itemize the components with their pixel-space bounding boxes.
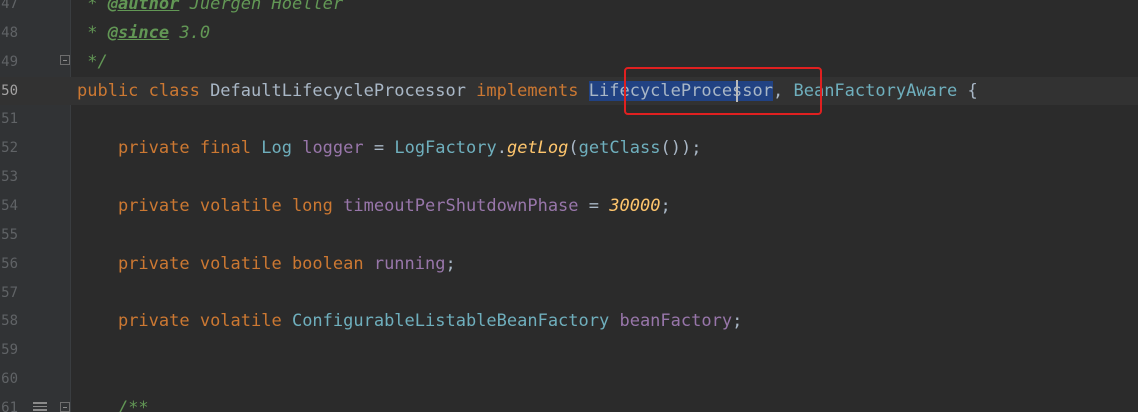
line-number: 58	[1, 313, 18, 330]
code-token: logger	[302, 138, 364, 159]
code-token: private volatile boolean	[117, 253, 374, 274]
code-token: running	[373, 253, 446, 274]
annotation-highlight-box	[624, 67, 822, 115]
code-token: ;	[660, 195, 671, 216]
fold-collapse-icon[interactable]	[60, 55, 70, 65]
text-caret	[736, 80, 738, 102]
code-token: /**	[117, 397, 149, 412]
code-token: *	[77, 0, 108, 14]
code-token: 3.0	[169, 22, 211, 43]
code-line[interactable]: 57	[0, 279, 1138, 308]
code-line[interactable]: 50 public class DefaultLifecycleProcessor…	[0, 76, 1138, 106]
line-number: 61	[1, 399, 18, 412]
implemented-methods-icon[interactable]	[33, 402, 47, 412]
line-number: 48	[1, 24, 18, 41]
code-text[interactable]: private volatile long timeoutPerShutdown…	[77, 192, 671, 221]
line-number: 56	[1, 255, 18, 272]
code-token: */	[77, 51, 108, 72]
code-token: beanFactory	[619, 311, 733, 332]
line-number: 57	[1, 284, 18, 301]
code-token: public class	[77, 80, 211, 101]
code-line[interactable]: 61 /**	[0, 394, 1138, 412]
code-line[interactable]: 56 private volatile boolean running;	[0, 250, 1138, 279]
code-token: *	[77, 22, 108, 43]
code-token: =	[578, 195, 610, 216]
code-editor[interactable]: 47 * @author Juergen Hoeller 48 * @since …	[0, 0, 1138, 412]
code-token: (	[568, 138, 579, 159]
code-line[interactable]: 58 private volatile ConfigurableListable…	[0, 307, 1138, 336]
line-number: 59	[1, 342, 18, 359]
line-number: 49	[1, 53, 18, 70]
code-line[interactable]: 49 */	[0, 48, 1138, 77]
code-line[interactable]: 55	[0, 221, 1138, 250]
code-token: private final	[117, 138, 262, 159]
line-number: 47	[1, 0, 18, 12]
code-line[interactable]: 47 * @author Juergen Hoeller	[0, 0, 1138, 19]
code-line[interactable]: 60	[0, 365, 1138, 394]
code-line[interactable]: 53	[0, 163, 1138, 192]
code-token: DefaultLifecycleProcessor	[210, 80, 477, 101]
line-number: 52	[1, 140, 18, 157]
code-token: 30000	[609, 195, 661, 216]
line-number: 50	[1, 82, 18, 99]
code-text[interactable]: * @author Juergen Hoeller	[77, 0, 343, 19]
code-line[interactable]: 48 * @since 3.0	[0, 19, 1138, 48]
code-text[interactable]: * @since 3.0	[77, 19, 210, 48]
code-token: getLog	[506, 138, 569, 159]
code-line[interactable]: 52 private final Log logger = LogFactory…	[0, 134, 1138, 163]
code-text[interactable]: */	[77, 48, 108, 77]
code-token: @since	[107, 22, 170, 43]
code-token: ());	[660, 138, 702, 159]
code-text[interactable]: private volatile ConfigurableListableBea…	[77, 307, 742, 336]
code-line[interactable]: 59	[0, 336, 1138, 365]
line-number: 53	[1, 169, 18, 186]
line-number: 55	[1, 226, 18, 243]
line-number: 60	[1, 371, 18, 388]
code-text[interactable]: public class DefaultLifecycleProcessor i…	[77, 77, 978, 106]
code-token: ;	[732, 311, 743, 332]
code-token: =	[363, 138, 395, 159]
code-token: ConfigurableListableBeanFactory	[291, 311, 620, 332]
code-token: getClass	[578, 138, 661, 159]
code-token: LogFactory	[394, 138, 497, 159]
code-text[interactable]: /**	[77, 394, 149, 412]
code-token: private volatile	[117, 311, 292, 332]
code-token: Juergen Hoeller	[179, 0, 344, 14]
code-token: private volatile long	[117, 195, 344, 216]
code-token: {	[967, 80, 978, 101]
line-number: 51	[1, 111, 18, 128]
code-token: ;	[445, 253, 456, 274]
code-token: timeoutPerShutdownPhase	[343, 195, 579, 216]
code-line[interactable]: 51	[0, 105, 1138, 134]
code-text[interactable]: private final Log logger = LogFactory.ge…	[77, 134, 702, 163]
code-text[interactable]: private volatile boolean running;	[77, 250, 456, 279]
line-number: 54	[1, 197, 18, 214]
code-token: .	[496, 138, 507, 159]
fold-expand-icon[interactable]	[60, 402, 70, 412]
code-token: implements	[476, 80, 589, 101]
code-line[interactable]: 54 private volatile long timeoutPerShutd…	[0, 192, 1138, 221]
code-token: Log	[261, 138, 303, 159]
code-token: @author	[107, 0, 180, 14]
